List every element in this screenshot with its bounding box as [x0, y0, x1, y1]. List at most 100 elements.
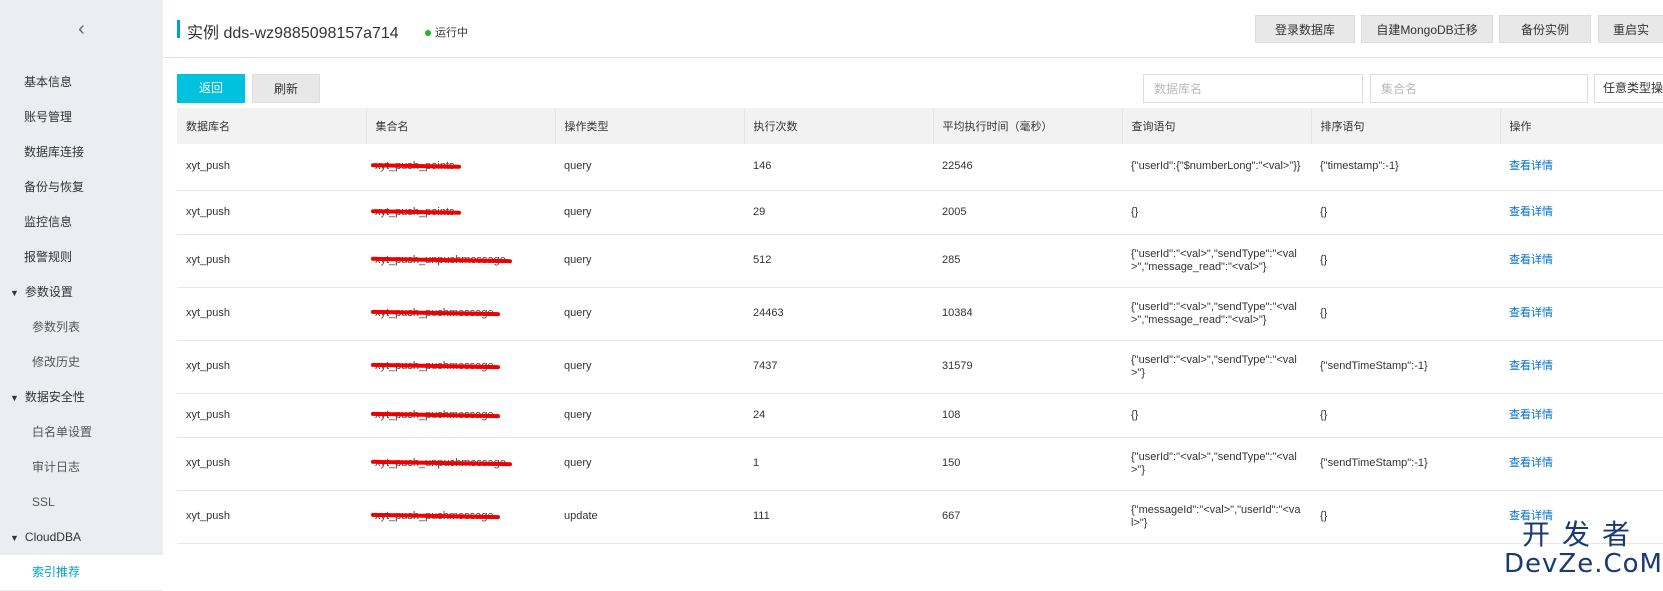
cell-op-type: update: [555, 490, 744, 544]
cell-op-type: query: [555, 340, 744, 394]
table-row: xyt_push xyt_push_points query 146 22546 {"us…: [177, 144, 1663, 191]
page-title: 实例 dds-wz9885098157a714: [187, 25, 399, 42]
cell-op-type-text: update: [564, 510, 598, 522]
view-details-link[interactable]: 查看详情: [1509, 160, 1553, 172]
sidebar-item-alarm[interactable]: 报警规则: [0, 240, 163, 275]
cell-action: 查看详情: [1500, 393, 1663, 438]
sidebar-item-ssl[interactable]: SSL: [0, 485, 163, 520]
cell-op-type-text: query: [564, 205, 592, 218]
cell-sort-text: {"sendTimeStamp":-1}: [1320, 457, 1428, 469]
cell-collection: xyt_push_points: [366, 190, 555, 235]
sidebar-item-basic-info[interactable]: 基本信息: [0, 65, 163, 100]
refresh-button[interactable]: 刷新: [252, 74, 320, 103]
sidebar-item-audit-log[interactable]: 审计日志: [0, 450, 163, 485]
backup-instance-button[interactable]: 备份实例: [1499, 15, 1591, 43]
table-header-row: 数据库名 集合名 操作类型 执行次数 平均执行时间（毫秒） 查询语句 排序语句 …: [177, 108, 1663, 144]
cell-avg-time: 667: [933, 490, 1122, 544]
cell-collection-text: xyt_push_pushmessage: [375, 408, 494, 421]
column-header-sort: 排序语句: [1311, 108, 1501, 144]
cell-db-text: xyt_push: [186, 408, 231, 421]
cell-avg-time-text: 10384: [942, 307, 973, 319]
cell-query: {"userId":{"$numberLong":"<val>"}}: [1122, 144, 1311, 191]
sidebar-group-security[interactable]: ▼ 数据安全性: [0, 380, 163, 415]
view-details-link[interactable]: 查看详情: [1509, 206, 1553, 218]
cell-db: xyt_push: [177, 287, 366, 341]
caret-down-icon: ▼: [10, 288, 19, 298]
sidebar-item-backup[interactable]: 备份与恢复: [0, 170, 163, 205]
sidebar-item-whitelist[interactable]: 白名单设置: [0, 415, 163, 450]
sidebar-item-db-connection[interactable]: 数据库连接: [0, 135, 163, 170]
cell-sort-text: {}: [1320, 254, 1328, 266]
cell-collection-text: xyt_push_pushmessage: [375, 360, 494, 372]
cell-query-text: {}: [1131, 408, 1139, 421]
column-header-avg-time: 平均执行时间（毫秒）: [933, 108, 1123, 144]
cell-sort: {"sendTimeStamp":-1}: [1311, 340, 1500, 394]
restart-instance-button[interactable]: 重启实: [1598, 15, 1663, 43]
sidebar-group-label: 参数设置: [24, 285, 73, 299]
cell-collection-text: xyt_push_points: [375, 160, 455, 173]
cell-op-type: query: [555, 190, 744, 235]
view-details-link[interactable]: 查看详情: [1509, 254, 1553, 266]
migrate-mongodb-button[interactable]: 自建MongoDB迁移: [1361, 15, 1493, 43]
cell-sort: {"timestamp":-1}: [1311, 144, 1500, 191]
cell-collection: xyt_push_pushmessage: [366, 490, 555, 544]
cell-query: {"userId":"<val>","sendType":"<val>"}: [1122, 437, 1311, 491]
cell-avg-time: 108: [933, 393, 1122, 438]
back-nav[interactable]: ‹: [0, 0, 163, 58]
cell-avg-time: 22546: [933, 144, 1122, 191]
operation-type-select[interactable]: 任意类型操作: [1594, 74, 1663, 103]
collection-name-input[interactable]: [1370, 74, 1588, 103]
cell-exec-count: 512: [744, 234, 933, 288]
cell-query: {"messageId":"<val>","userId":"<val>"}: [1122, 490, 1311, 544]
back-button[interactable]: 返回: [177, 74, 245, 103]
sidebar-item-accounts[interactable]: 账号管理: [0, 100, 163, 135]
cell-db-text: xyt_push: [186, 160, 231, 173]
cell-collection: xyt_push_pushmessage: [366, 340, 555, 394]
database-name-input[interactable]: [1143, 74, 1363, 103]
cell-sort: {}: [1311, 287, 1500, 341]
cell-sort: {"sendTimeStamp":-1}: [1311, 437, 1500, 491]
cell-action: 查看详情: [1500, 144, 1663, 191]
view-details-link[interactable]: 查看详情: [1509, 409, 1553, 421]
caret-down-icon: ▼: [10, 533, 19, 543]
cell-action: 查看详情: [1500, 340, 1663, 394]
view-details-link[interactable]: 查看详情: [1509, 307, 1553, 319]
cell-avg-time-text: 150: [942, 457, 961, 469]
cell-collection-text: xyt_push_pushmessage: [375, 510, 494, 522]
sidebar-item-param-list[interactable]: 参数列表: [0, 310, 163, 345]
cell-op-type: query: [555, 144, 744, 191]
cell-query-text: {"userId":"<val>","sendType":"<val>"}: [1131, 450, 1297, 476]
cell-query-text: {"userId":"<val>","sendType":"<val>"}: [1131, 353, 1297, 379]
cell-collection: xyt_push_pushmessage: [366, 287, 555, 341]
watermark-en: DevZe.CoM: [1504, 549, 1663, 579]
cell-db: xyt_push: [177, 234, 366, 288]
cell-avg-time-text: 22546: [942, 160, 973, 173]
cell-sort-text: {}: [1320, 307, 1328, 319]
view-details-link[interactable]: 查看详情: [1509, 360, 1553, 372]
status-badge: 运行中: [425, 24, 468, 40]
sidebar-group-clouddba[interactable]: ▼ CloudDBA: [0, 520, 163, 555]
cell-db: xyt_push: [177, 437, 366, 491]
cell-db: xyt_push: [177, 190, 366, 235]
cell-op-type-text: query: [564, 457, 592, 469]
cell-exec-count-text: 29: [753, 205, 766, 218]
cell-sort: {}: [1311, 190, 1500, 235]
cell-db-text: xyt_push: [186, 457, 231, 469]
login-db-button[interactable]: 登录数据库: [1255, 15, 1355, 43]
sidebar-item-param-history[interactable]: 修改历史: [0, 345, 163, 380]
chevron-left-icon[interactable]: ‹: [78, 18, 85, 41]
cell-query: {}: [1122, 393, 1311, 438]
caret-down-icon: ▼: [10, 393, 19, 403]
cell-avg-time-text: 2005: [942, 205, 967, 218]
cell-sort-text: {}: [1320, 408, 1328, 421]
cell-query: {}: [1122, 190, 1311, 235]
sidebar-group-params[interactable]: ▼ 参数设置: [0, 275, 163, 310]
cell-db-text: xyt_push: [186, 205, 231, 218]
watermark-cn: 开发者: [1521, 518, 1642, 551]
sidebar-item-monitor[interactable]: 监控信息: [0, 205, 163, 240]
cell-query: {"userId":"<val>","sendType":"<val>","me…: [1122, 234, 1311, 288]
sidebar-item-index-recommend[interactable]: 索引推荐: [0, 555, 163, 590]
cell-op-type: query: [555, 437, 744, 491]
view-details-link[interactable]: 查看详情: [1509, 457, 1553, 469]
cell-op-type: query: [555, 234, 744, 288]
